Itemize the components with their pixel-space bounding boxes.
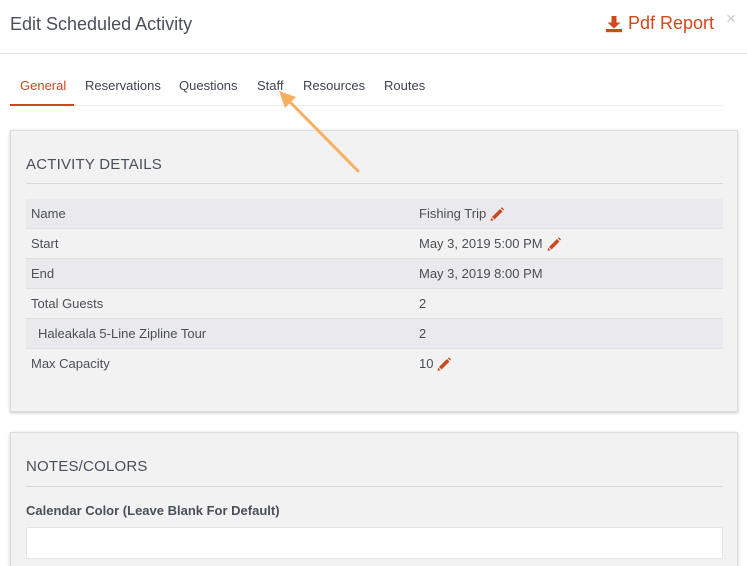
download-icon [606,15,622,32]
total-guests-value: 2 [419,296,427,311]
detail-value: 10 [419,356,452,371]
section-divider [26,183,723,184]
name-value: Fishing Trip [419,206,487,221]
tab-general[interactable]: General [20,78,66,93]
pdf-report-label: Pdf Report [628,13,715,33]
tab-questions[interactable]: Questions [179,78,238,93]
detail-label: Haleakala 5-Line Zipline Tour [38,326,207,341]
pencil-icon[interactable] [437,356,452,371]
detail-row-total-guests: Total Guests 2 [26,289,723,319]
pencil-icon[interactable] [547,236,561,251]
close-icon[interactable]: × [726,10,736,27]
details-table: Name Fishing Trip Start May 3, 2019 5:00… [26,199,723,379]
section-divider [26,486,723,487]
detail-row-tour: Haleakala 5-Line Zipline Tour 2 [26,319,723,349]
active-tab-indicator [10,104,74,106]
pencil-icon[interactable] [490,206,505,221]
tab-reservations[interactable]: Reservations [85,78,161,93]
detail-label: Max Capacity [31,356,110,371]
activity-details-title: ACTIVITY DETAILS [26,156,163,173]
pdf-report-button[interactable]: Pdf Report [605,13,714,34]
detail-value: May 3, 2019 5:00 PM [419,236,561,251]
max-capacity-value: 10 [419,356,434,371]
modal-header: Edit Scheduled Activity Pdf Report × [0,0,747,54]
detail-row-max-capacity: Max Capacity 10 [26,349,723,379]
tab-staff[interactable]: Staff [257,78,284,93]
notes-colors-title: NOTES/COLORS [26,458,148,475]
tour-guests-value: 2 [419,326,427,341]
tab-bar: General Reservations Questions Staff Res… [10,70,724,106]
calendar-color-label: Calendar Color (Leave Blank For Default) [26,503,280,518]
detail-row-name: Name Fishing Trip [26,199,723,229]
detail-label: End [31,266,55,281]
detail-label: Name [31,206,66,221]
start-value: May 3, 2019 5:00 PM [419,236,543,251]
modal-title: Edit Scheduled Activity [10,14,193,34]
detail-row-end: End May 3, 2019 8:00 PM [26,259,723,289]
detail-label: Start [31,236,59,251]
detail-value: Fishing Trip [419,206,505,221]
detail-label: Total Guests [31,296,104,311]
tab-resources[interactable]: Resources [303,78,365,93]
notes-colors-panel: NOTES/COLORS Calendar Color (Leave Blank… [10,432,738,566]
tab-routes[interactable]: Routes [384,78,425,93]
calendar-color-input[interactable] [26,527,723,559]
end-value: May 3, 2019 8:00 PM [419,266,543,281]
activity-details-panel: ACTIVITY DETAILS Name Fishing Trip Start… [10,130,738,412]
detail-row-start: Start May 3, 2019 5:00 PM [26,229,723,259]
